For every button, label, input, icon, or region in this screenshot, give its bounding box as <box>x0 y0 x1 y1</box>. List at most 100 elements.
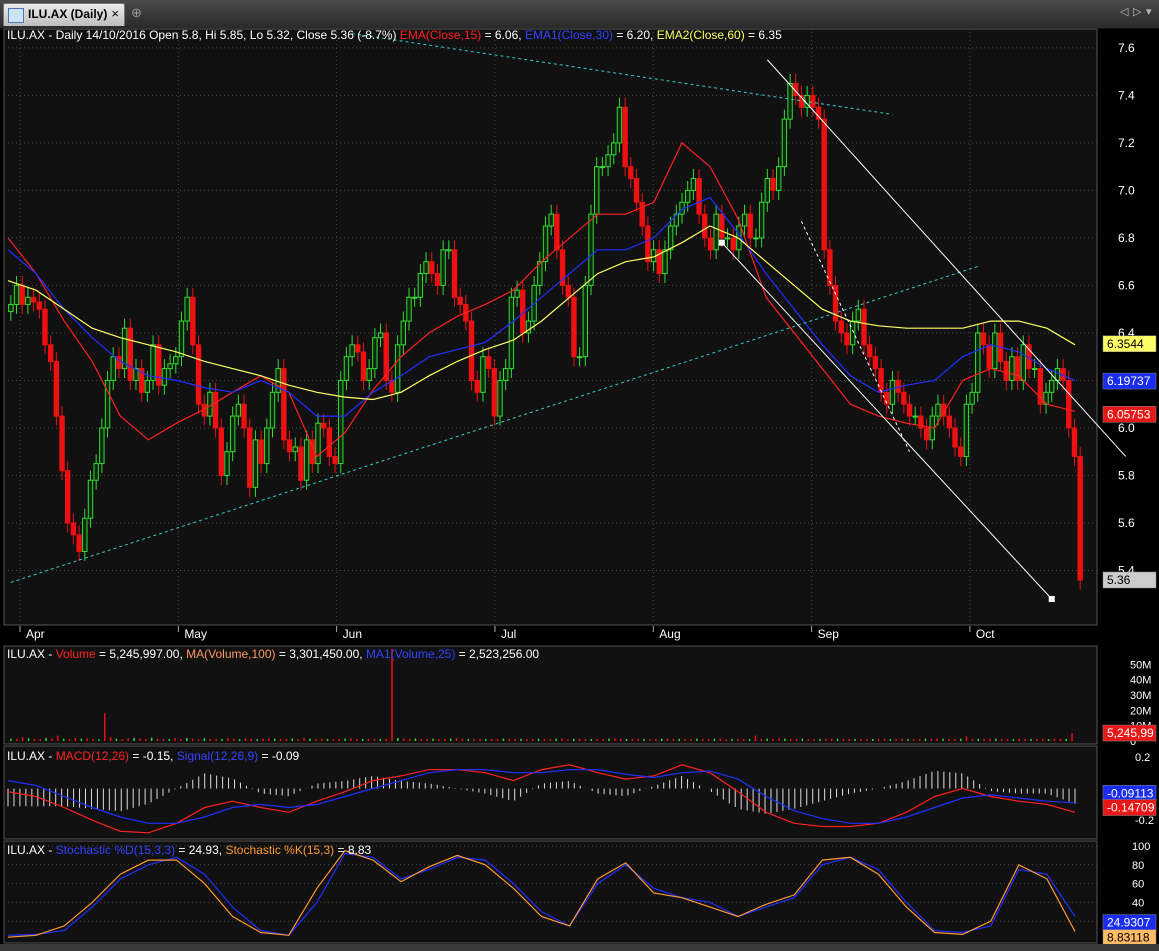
candle-body <box>434 273 441 286</box>
candle-body <box>446 249 452 252</box>
candle-body <box>946 415 953 429</box>
stoch-legend: ILU.AX - Stochastic %D(15,3,3) = 24.93, … <box>7 843 371 857</box>
candle-body <box>173 356 179 365</box>
candle-body <box>696 178 702 215</box>
candle-body <box>320 422 327 429</box>
chart-tab[interactable]: ILU.AX (Daily) × <box>3 3 125 26</box>
volume-ma-label: MA(Volume,100) <box>186 647 276 661</box>
candle-body <box>161 368 168 386</box>
candle-body <box>42 308 48 346</box>
candle-body <box>713 213 719 251</box>
candle-body <box>878 368 884 393</box>
price-tick-label: 7.6 <box>1118 41 1135 55</box>
candle-body <box>724 237 731 240</box>
month-label: Apr <box>26 627 45 641</box>
scroll-left-icon[interactable]: ◁ <box>1120 5 1128 18</box>
stoch-tick-label: 60 <box>1132 879 1144 891</box>
candle-body <box>457 296 463 305</box>
scroll-right-icon[interactable]: ▷ <box>1133 5 1141 18</box>
candle-body <box>411 296 418 299</box>
candle-body <box>952 427 958 448</box>
price-tick-label: 7.0 <box>1118 183 1135 197</box>
candle-body <box>702 213 708 239</box>
candle-body <box>76 534 82 552</box>
candle-body <box>781 118 788 168</box>
candle-body <box>827 249 833 286</box>
price-panel-bg <box>3 28 1098 626</box>
candle-body <box>315 422 321 465</box>
candle-body <box>912 415 918 418</box>
value-badge-text: -0.09113 <box>1107 786 1154 800</box>
value-badge-text: -0.14709 <box>1107 801 1155 815</box>
candle-body <box>639 201 645 227</box>
ema2-label: EMA2(Close,60) <box>656 28 745 42</box>
candle-body <box>93 463 99 481</box>
candle-body <box>571 296 577 358</box>
candle-body <box>719 213 725 239</box>
candle-body <box>747 213 753 239</box>
value-badge-text: 6.05753 <box>1107 407 1151 421</box>
volume-value: = 5,245,997.00, <box>95 647 187 661</box>
candle-body <box>252 439 259 488</box>
candle-body <box>366 368 372 381</box>
candle-body <box>468 320 475 381</box>
candle-body <box>975 332 981 393</box>
volume-legend: ILU.AX - Volume = 5,245,997.00, MA(Volum… <box>7 647 539 661</box>
candle-body <box>247 427 253 488</box>
candle-body <box>451 249 458 298</box>
candle-body <box>480 356 486 393</box>
close-icon[interactable]: × <box>111 6 119 21</box>
menu-chevron-icon[interactable]: ▾ <box>1146 5 1152 18</box>
candle-body <box>889 379 896 405</box>
candle-body <box>360 351 367 381</box>
price-tick-label: 6.0 <box>1118 421 1135 435</box>
candle-body <box>787 83 793 120</box>
volume-tick-label: 50M <box>1130 659 1151 671</box>
candle-body <box>144 379 151 393</box>
candle-body <box>599 166 606 169</box>
candle-body <box>855 308 862 322</box>
candle-body <box>554 213 560 251</box>
candle-body <box>258 439 264 465</box>
candle-body <box>150 344 156 381</box>
candle-body <box>508 296 515 370</box>
candle-body <box>821 118 827 251</box>
price-tick-label: 6.6 <box>1118 278 1135 292</box>
macd-legend-prefix: ILU.AX - <box>7 749 56 763</box>
stoch-k-value: = 8.83 <box>334 843 372 857</box>
sheet-tab-bar[interactable] <box>0 944 1159 951</box>
candle-body <box>19 284 25 305</box>
candle-body <box>576 356 583 359</box>
candle-body <box>707 237 714 251</box>
volume-ma1-label: MA1(Volume,25) <box>365 647 456 661</box>
month-label: May <box>184 627 207 641</box>
pin-icon[interactable]: ⊕ <box>131 5 142 21</box>
volume-tick-label: 40M <box>1130 675 1151 687</box>
candle-body <box>8 303 14 313</box>
candle-body <box>593 166 600 215</box>
candle-body <box>343 356 350 381</box>
macd-legend: ILU.AX - MACD(12,26) = -0.15, Signal(12,… <box>7 749 299 763</box>
candle-body <box>690 178 697 191</box>
candle-body <box>485 356 492 370</box>
date-axis-strip <box>4 626 1097 645</box>
chart-canvas[interactable]: 7.67.47.27.06.86.66.46.26.05.85.65.4AprM… <box>0 28 1159 944</box>
stoch-legend-prefix: ILU.AX - <box>7 843 56 857</box>
candle-body <box>1009 356 1015 381</box>
candle-body <box>616 106 623 144</box>
candle-body <box>13 284 20 305</box>
candle-body <box>167 363 173 370</box>
candle-body <box>264 427 270 465</box>
candle-body <box>372 337 378 370</box>
volume-legend-prefix: ILU.AX - <box>7 647 56 661</box>
value-badge-text: 5.36 <box>1107 573 1131 587</box>
ema-label: EMA(Close,15) <box>399 28 482 42</box>
candle-body <box>662 249 668 275</box>
candle-body <box>872 356 879 370</box>
candle-body <box>241 403 247 429</box>
candle-body <box>491 368 498 417</box>
candle-body <box>400 320 407 346</box>
candle-body <box>810 94 816 108</box>
month-label: Oct <box>976 627 995 641</box>
candle-body <box>349 344 355 358</box>
